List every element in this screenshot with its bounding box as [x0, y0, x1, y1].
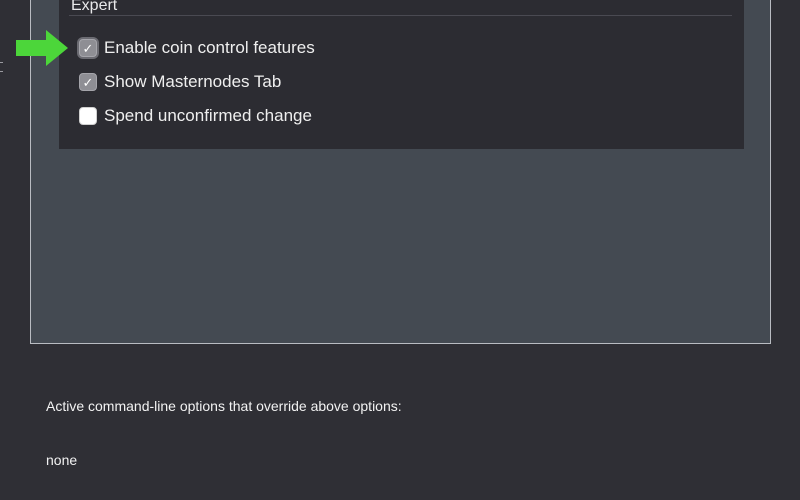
override-options-label: Active command-line options that overrid… — [46, 398, 402, 414]
masternodes-tab-checkbox[interactable]: ✓ — [79, 73, 97, 91]
right-arrow-icon — [16, 30, 68, 66]
spend-unconfirmed-checkbox[interactable] — [79, 107, 97, 125]
override-options-value: none — [46, 452, 78, 468]
spend-unconfirmed-option[interactable]: Spend unconfirmed change — [79, 105, 312, 127]
group-divider — [69, 15, 732, 16]
window-edge-mark — [0, 62, 3, 72]
wallet-tab-panel: Expert ✓ Enable coin control features ✓ … — [30, 0, 771, 344]
coin-control-label: Enable coin control features — [104, 38, 315, 57]
coin-control-option[interactable]: ✓ Enable coin control features — [79, 37, 315, 59]
coin-control-checkbox[interactable]: ✓ — [79, 39, 97, 57]
checkmark-icon: ✓ — [82, 74, 94, 90]
masternodes-tab-label: Show Masternodes Tab — [104, 72, 282, 91]
expert-groupbox: Expert ✓ Enable coin control features ✓ … — [59, 0, 744, 149]
checkmark-icon: ✓ — [82, 40, 94, 56]
options-window: Expert ✓ Enable coin control features ✓ … — [0, 0, 800, 500]
spend-unconfirmed-label: Spend unconfirmed change — [104, 106, 312, 125]
masternodes-tab-option[interactable]: ✓ Show Masternodes Tab — [79, 71, 281, 93]
expert-group-title: Expert — [71, 0, 118, 14]
